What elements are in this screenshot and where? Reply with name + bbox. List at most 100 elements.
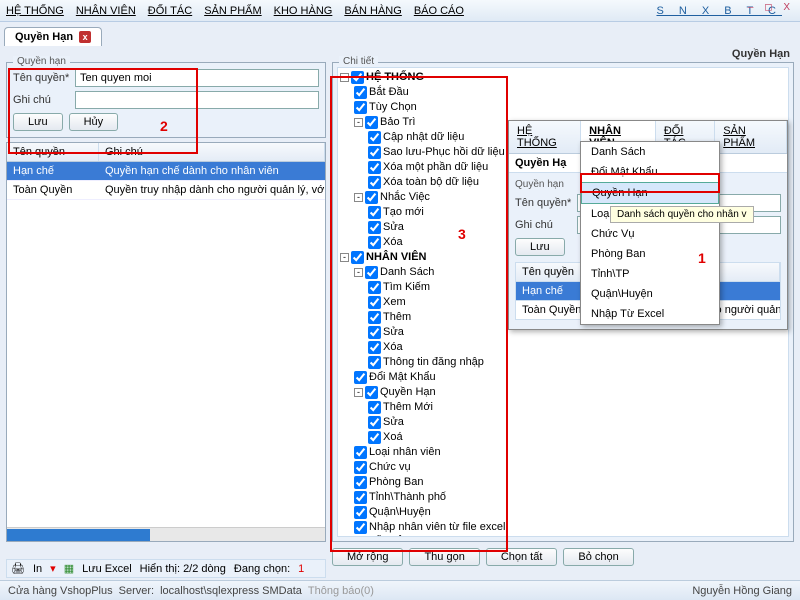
dropdown-item[interactable]: Quyền Hạn	[581, 182, 719, 204]
grid-statusbar: 🖨 In ▾ ▦ Lưu Excel Hiển thị: 2/2 dòng Đa…	[6, 559, 326, 578]
h-scrollbar[interactable]	[7, 527, 325, 541]
excel-icon[interactable]: ▦	[64, 562, 74, 575]
window-controls[interactable]: – ◻ X	[748, 2, 794, 13]
tree-node[interactable]: Xóa	[340, 340, 786, 355]
menu-sanpham[interactable]: SẢN PHẨM	[204, 5, 261, 17]
menu-khohang[interactable]: KHO HÀNG	[274, 5, 333, 17]
tree-node[interactable]: Tùy Chọn	[340, 100, 786, 115]
save-button[interactable]: Lưu	[13, 113, 63, 131]
deselect-button[interactable]: Bỏ chọn	[563, 548, 633, 566]
dropdown-item[interactable]: Quận\Huyện	[581, 284, 719, 304]
collapse-button[interactable]: Thu gọn	[409, 548, 479, 566]
table-row[interactable]: Hạn chếQuyền hạn chế dành cho nhân viên	[7, 162, 325, 181]
row-count: Hiển thị: 2/2 dòng	[140, 563, 226, 575]
tree-checkbox[interactable]	[368, 356, 381, 369]
dropdown-item[interactable]: Danh Sách	[581, 142, 719, 162]
input-tenquyen[interactable]	[75, 69, 319, 87]
menu-hethong[interactable]: HỆ THỐNG	[6, 5, 64, 17]
ov-col-name[interactable]: Tên quyền	[516, 263, 586, 281]
tree-node[interactable]: -ĐỐI TÁC	[340, 535, 786, 537]
toggle-icon[interactable]: -	[354, 118, 363, 127]
selectall-button[interactable]: Chọn tất	[486, 548, 558, 566]
toggle-icon[interactable]: -	[354, 268, 363, 277]
tree-checkbox[interactable]	[368, 296, 381, 309]
ov-save-button[interactable]: Lưu	[515, 238, 565, 256]
tree-node[interactable]: Xoá	[340, 430, 786, 445]
tree-checkbox[interactable]	[351, 536, 364, 537]
tree-checkbox[interactable]	[368, 206, 381, 219]
tree-checkbox[interactable]	[368, 161, 381, 174]
tree-node[interactable]: -Quyền Hạn	[340, 385, 786, 400]
menu-doitac[interactable]: ĐỐI TÁC	[148, 5, 192, 17]
menu-banhang[interactable]: BÁN HÀNG	[344, 5, 401, 17]
dropdown-item[interactable]: Đổi Mật Khẩu	[581, 162, 719, 182]
tree-node[interactable]: Thêm Mới	[340, 400, 786, 415]
ov-tab-hethong[interactable]: HỆ THỐNG	[509, 121, 581, 153]
expand-button[interactable]: Mở rộng	[332, 548, 403, 566]
col-tenquyen[interactable]: Tên quyền	[7, 143, 99, 161]
tree-checkbox[interactable]	[351, 251, 364, 264]
toggle-icon[interactable]: -	[340, 253, 349, 262]
shop-name: Cửa hàng VshopPlus	[8, 585, 113, 597]
tree-node[interactable]: Bắt Đầu	[340, 85, 786, 100]
tree-checkbox[interactable]	[368, 146, 381, 159]
tree-checkbox[interactable]	[354, 491, 367, 504]
dropdown-item[interactable]: Nhập Từ Excel	[581, 304, 719, 324]
tree-checkbox[interactable]	[354, 371, 367, 384]
tree-checkbox[interactable]	[368, 416, 381, 429]
tree-checkbox[interactable]	[368, 176, 381, 189]
tree-checkbox[interactable]	[368, 431, 381, 444]
tree-checkbox[interactable]	[354, 476, 367, 489]
ov-tab-sanpham[interactable]: SẢN PHẨM	[715, 121, 787, 153]
tree-checkbox[interactable]	[368, 311, 381, 324]
print-label[interactable]: In	[33, 563, 42, 575]
tree-node[interactable]: Loại nhân viên	[340, 445, 786, 460]
input-ghichu[interactable]	[75, 91, 319, 109]
tree-checkbox[interactable]	[351, 71, 364, 84]
label-ghichu: Ghi chú	[13, 94, 75, 106]
tree-checkbox[interactable]	[354, 101, 367, 114]
tree-node[interactable]: Đổi Mật Khẩu	[340, 370, 786, 385]
nhanvien-dropdown[interactable]: Danh SáchĐổi Mật KhẩuQuyền HạnLoại Nhân …	[580, 141, 720, 325]
tree-checkbox[interactable]	[368, 281, 381, 294]
tree-checkbox[interactable]	[354, 506, 367, 519]
tab-label: Quyền Hạn	[15, 31, 73, 43]
dropdown-item[interactable]: Tỉnh\TP	[581, 264, 719, 284]
tree-node[interactable]: Thông tin đăng nhập	[340, 355, 786, 370]
tree-checkbox[interactable]	[368, 326, 381, 339]
menu-baocao[interactable]: BÁO CÁO	[414, 5, 464, 17]
tree-node[interactable]: Nhập nhân viên từ file excel	[340, 520, 786, 535]
print-icon[interactable]: 🖨	[11, 562, 25, 575]
tree-checkbox[interactable]	[368, 221, 381, 234]
tree-node[interactable]: Quận\Huyện	[340, 505, 786, 520]
tree-checkbox[interactable]	[354, 521, 367, 534]
close-icon[interactable]: x	[79, 31, 91, 43]
tree-checkbox[interactable]	[354, 86, 367, 99]
tree-checkbox[interactable]	[354, 461, 367, 474]
tree-checkbox[interactable]	[365, 191, 378, 204]
tree-node[interactable]: Chức vụ	[340, 460, 786, 475]
toggle-icon[interactable]: -	[354, 388, 363, 397]
table-row[interactable]: Toàn QuyềnQuyền truy nhập dành cho người…	[7, 181, 325, 200]
tree-checkbox[interactable]	[365, 386, 378, 399]
toggle-icon[interactable]: -	[354, 193, 363, 202]
cancel-button[interactable]: Hủy	[69, 113, 119, 131]
tree-checkbox[interactable]	[354, 446, 367, 459]
tree-checkbox[interactable]	[365, 266, 378, 279]
col-ghichu[interactable]: Ghi chú	[99, 143, 325, 161]
tree-node[interactable]: Phòng Ban	[340, 475, 786, 490]
tree-checkbox[interactable]	[368, 236, 381, 249]
menu-nhanvien[interactable]: NHÂN VIÊN	[76, 5, 136, 17]
tree-node[interactable]: -HỆ THỐNG	[340, 70, 786, 85]
tab-quyenhan[interactable]: Quyền Hạn x	[4, 27, 102, 46]
tree-checkbox[interactable]	[368, 341, 381, 354]
tree-node[interactable]: Sửa	[340, 415, 786, 430]
tree-node[interactable]: Tỉnh\Thành phố	[340, 490, 786, 505]
dropdown-item[interactable]: Chức Vụ	[581, 224, 719, 244]
notify-label[interactable]: Thông báo(0)	[308, 585, 374, 597]
toggle-icon[interactable]: -	[340, 73, 349, 82]
tree-checkbox[interactable]	[365, 116, 378, 129]
tree-checkbox[interactable]	[368, 131, 381, 144]
excel-label[interactable]: Lưu Excel	[82, 563, 132, 575]
tree-checkbox[interactable]	[368, 401, 381, 414]
